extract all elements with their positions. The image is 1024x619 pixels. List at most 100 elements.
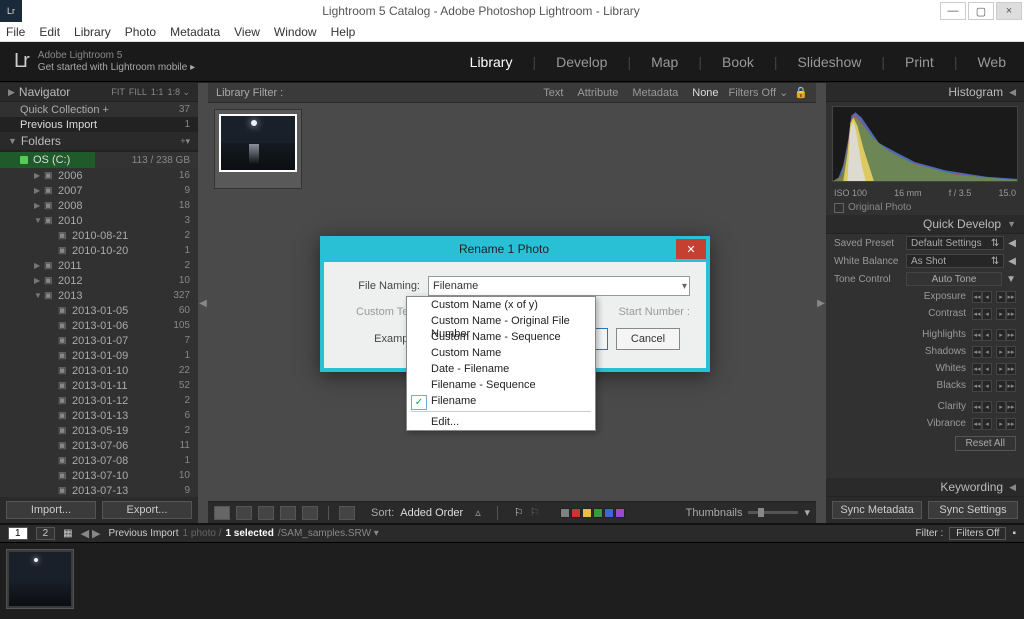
window-close-button[interactable]: × [996, 2, 1022, 20]
folder-row[interactable]: ▣2013-07-0611 [0, 438, 198, 453]
dropdown-item[interactable]: Custom Name - Original File Number [407, 313, 595, 329]
folder-row[interactable]: ▣2013-01-1022 [0, 363, 198, 378]
breadcrumb-source[interactable]: Previous Import [109, 528, 179, 539]
dropdown-item[interactable]: Custom Name (x of y) [407, 297, 595, 313]
color-swatch[interactable] [604, 508, 614, 518]
filter-metadata[interactable]: Metadata [632, 87, 678, 99]
filmstrip[interactable] [0, 542, 1024, 619]
flag-pick-icon[interactable]: ⚐ [514, 506, 524, 519]
navigator-header[interactable]: ▶ Navigator FIT FILL 1:1 1:8 ⌄ [0, 83, 198, 102]
flag-reject-icon[interactable]: ⚐ [530, 506, 540, 519]
auto-tone-button[interactable]: Auto Tone [906, 272, 1002, 286]
folder-row[interactable]: ▣2013-01-1152 [0, 378, 198, 393]
filters-preset[interactable]: Filters Off ⌄ [729, 86, 789, 99]
nav-fit[interactable]: FIT [111, 87, 125, 98]
reveal-icon[interactable]: ◀ [1008, 256, 1016, 267]
filter-none[interactable]: None [692, 87, 718, 99]
dialog-close-button[interactable]: ✕ [676, 239, 706, 259]
qd-slider-shadows[interactable]: Shadows◂◂◂▸▸▸ [826, 343, 1024, 360]
menu-library[interactable]: Library [74, 25, 111, 39]
breadcrumb-path[interactable]: /SAM_samples.SRW ▾ [278, 528, 379, 539]
menu-file[interactable]: File [6, 25, 25, 39]
color-swatch[interactable] [560, 508, 570, 518]
filter-switch-icon[interactable]: ▪ [1012, 528, 1016, 539]
right-gutter[interactable]: ▶ [816, 83, 826, 523]
folder-row[interactable]: ▣2010-10-201 [0, 243, 198, 258]
folder-row[interactable]: ▶▣20079 [0, 183, 198, 198]
module-book[interactable]: Book [718, 54, 758, 70]
quick-collection-row[interactable]: Quick Collection + 37 [0, 102, 198, 117]
dropdown-item[interactable]: Filename - Sequence [407, 377, 595, 393]
qd-slider-exposure[interactable]: Exposure◂◂◂▸▸▸ [826, 288, 1024, 305]
mobile-link[interactable]: Get started with Lightroom mobile ▸ [38, 62, 195, 74]
menu-metadata[interactable]: Metadata [170, 25, 220, 39]
folder-row[interactable]: ▼▣20103 [0, 213, 198, 228]
folder-row[interactable]: ▶▣20112 [0, 258, 198, 273]
module-map[interactable]: Map [647, 54, 682, 70]
module-develop[interactable]: Develop [552, 54, 611, 70]
folder-row[interactable]: ▣2013-07-081 [0, 453, 198, 468]
compare-view-icon[interactable] [258, 506, 274, 520]
thumbnail[interactable] [214, 109, 302, 189]
file-naming-dropdown[interactable]: Custom Name (x of y)Custom Name - Origin… [406, 296, 596, 431]
import-button[interactable]: Import... [6, 501, 96, 519]
original-photo-toggle[interactable]: Original Photo [826, 200, 1024, 215]
dropdown-item[interactable]: Filename [407, 393, 595, 409]
filmstrip-filter-select[interactable]: Filters Off [949, 527, 1006, 540]
nav-arrows[interactable]: ◀▶ [81, 527, 101, 540]
dropdown-item[interactable]: Custom Name [407, 345, 595, 361]
color-swatch[interactable] [571, 508, 581, 518]
folder-row[interactable]: ▶▣201210 [0, 273, 198, 288]
monitor-2-button[interactable]: 2 [36, 527, 56, 540]
loupe-view-icon[interactable] [236, 506, 252, 520]
dropdown-item[interactable]: Edit... [407, 414, 595, 430]
previous-import-row[interactable]: Previous Import 1 [0, 117, 198, 132]
reset-all-button[interactable]: Reset All [955, 436, 1016, 451]
dropdown-item[interactable]: Date - Filename [407, 361, 595, 377]
folder-row[interactable]: ▶▣200818 [0, 198, 198, 213]
quick-develop-header[interactable]: Quick Develop ▼ [826, 215, 1024, 234]
window-maximize-button[interactable]: ▢ [968, 2, 994, 20]
grid-view-icon[interactable] [214, 506, 230, 520]
filter-attribute[interactable]: Attribute [577, 87, 618, 99]
folder-row[interactable]: ▣2013-01-0560 [0, 303, 198, 318]
color-swatch[interactable] [593, 508, 603, 518]
folders-header[interactable]: ▼ Folders +▾ [0, 132, 198, 151]
filter-text[interactable]: Text [543, 87, 563, 99]
histogram-header[interactable]: Histogram ◀ [826, 83, 1024, 102]
sync-metadata-button[interactable]: Sync Metadata [832, 501, 922, 519]
people-view-icon[interactable] [302, 506, 318, 520]
qd-slider-highlights[interactable]: Highlights◂◂◂▸▸▸ [826, 326, 1024, 343]
folder-row[interactable]: ▣2013-01-091 [0, 348, 198, 363]
monitor-1-button[interactable]: 1 [8, 527, 28, 540]
filmstrip-thumbnail[interactable] [6, 549, 74, 609]
window-minimize-button[interactable]: — [940, 2, 966, 20]
grid-icon[interactable]: ▦ [63, 528, 72, 539]
toolbar-chevron-icon[interactable]: ▾ [804, 506, 810, 519]
sort-asc-icon[interactable]: ▵ [475, 506, 481, 519]
qd-slider-blacks[interactable]: Blacks◂◂◂▸▸▸ [826, 377, 1024, 394]
thumbnail-size-slider[interactable] [748, 511, 798, 514]
qd-slider-contrast[interactable]: Contrast◂◂◂▸▸▸ [826, 305, 1024, 322]
dialog-titlebar[interactable]: Rename 1 Photo ✕ [324, 236, 706, 262]
folder-row[interactable]: ▣2013-01-077 [0, 333, 198, 348]
folder-row[interactable]: ▣2013-07-139 [0, 483, 198, 497]
folder-row[interactable]: ▣2013-01-06105 [0, 318, 198, 333]
file-naming-combo[interactable]: Filename ▾ [428, 276, 690, 296]
module-library[interactable]: Library [466, 54, 517, 70]
reveal-icon[interactable]: ▼ [1006, 274, 1016, 285]
nav-fill[interactable]: FILL [129, 87, 147, 98]
folder-row[interactable]: ▣2013-01-136 [0, 408, 198, 423]
module-web[interactable]: Web [973, 54, 1010, 70]
histogram[interactable] [832, 106, 1018, 182]
folder-row[interactable]: ▣2013-07-1010 [0, 468, 198, 483]
folder-row[interactable]: ▶▣200616 [0, 168, 198, 183]
dropdown-item[interactable]: Custom Name - Sequence [407, 329, 595, 345]
export-button[interactable]: Export... [102, 501, 192, 519]
qd-slider-whites[interactable]: Whites◂◂◂▸▸▸ [826, 360, 1024, 377]
lock-icon[interactable]: 🔒 [794, 86, 808, 99]
keywording-header[interactable]: Keywording ◀ [826, 478, 1024, 497]
volume-row[interactable]: OS (C:) 113 / 238 GB [0, 151, 198, 168]
sort-value[interactable]: Added Order [400, 507, 463, 519]
folder-row[interactable]: ▣2013-05-192 [0, 423, 198, 438]
